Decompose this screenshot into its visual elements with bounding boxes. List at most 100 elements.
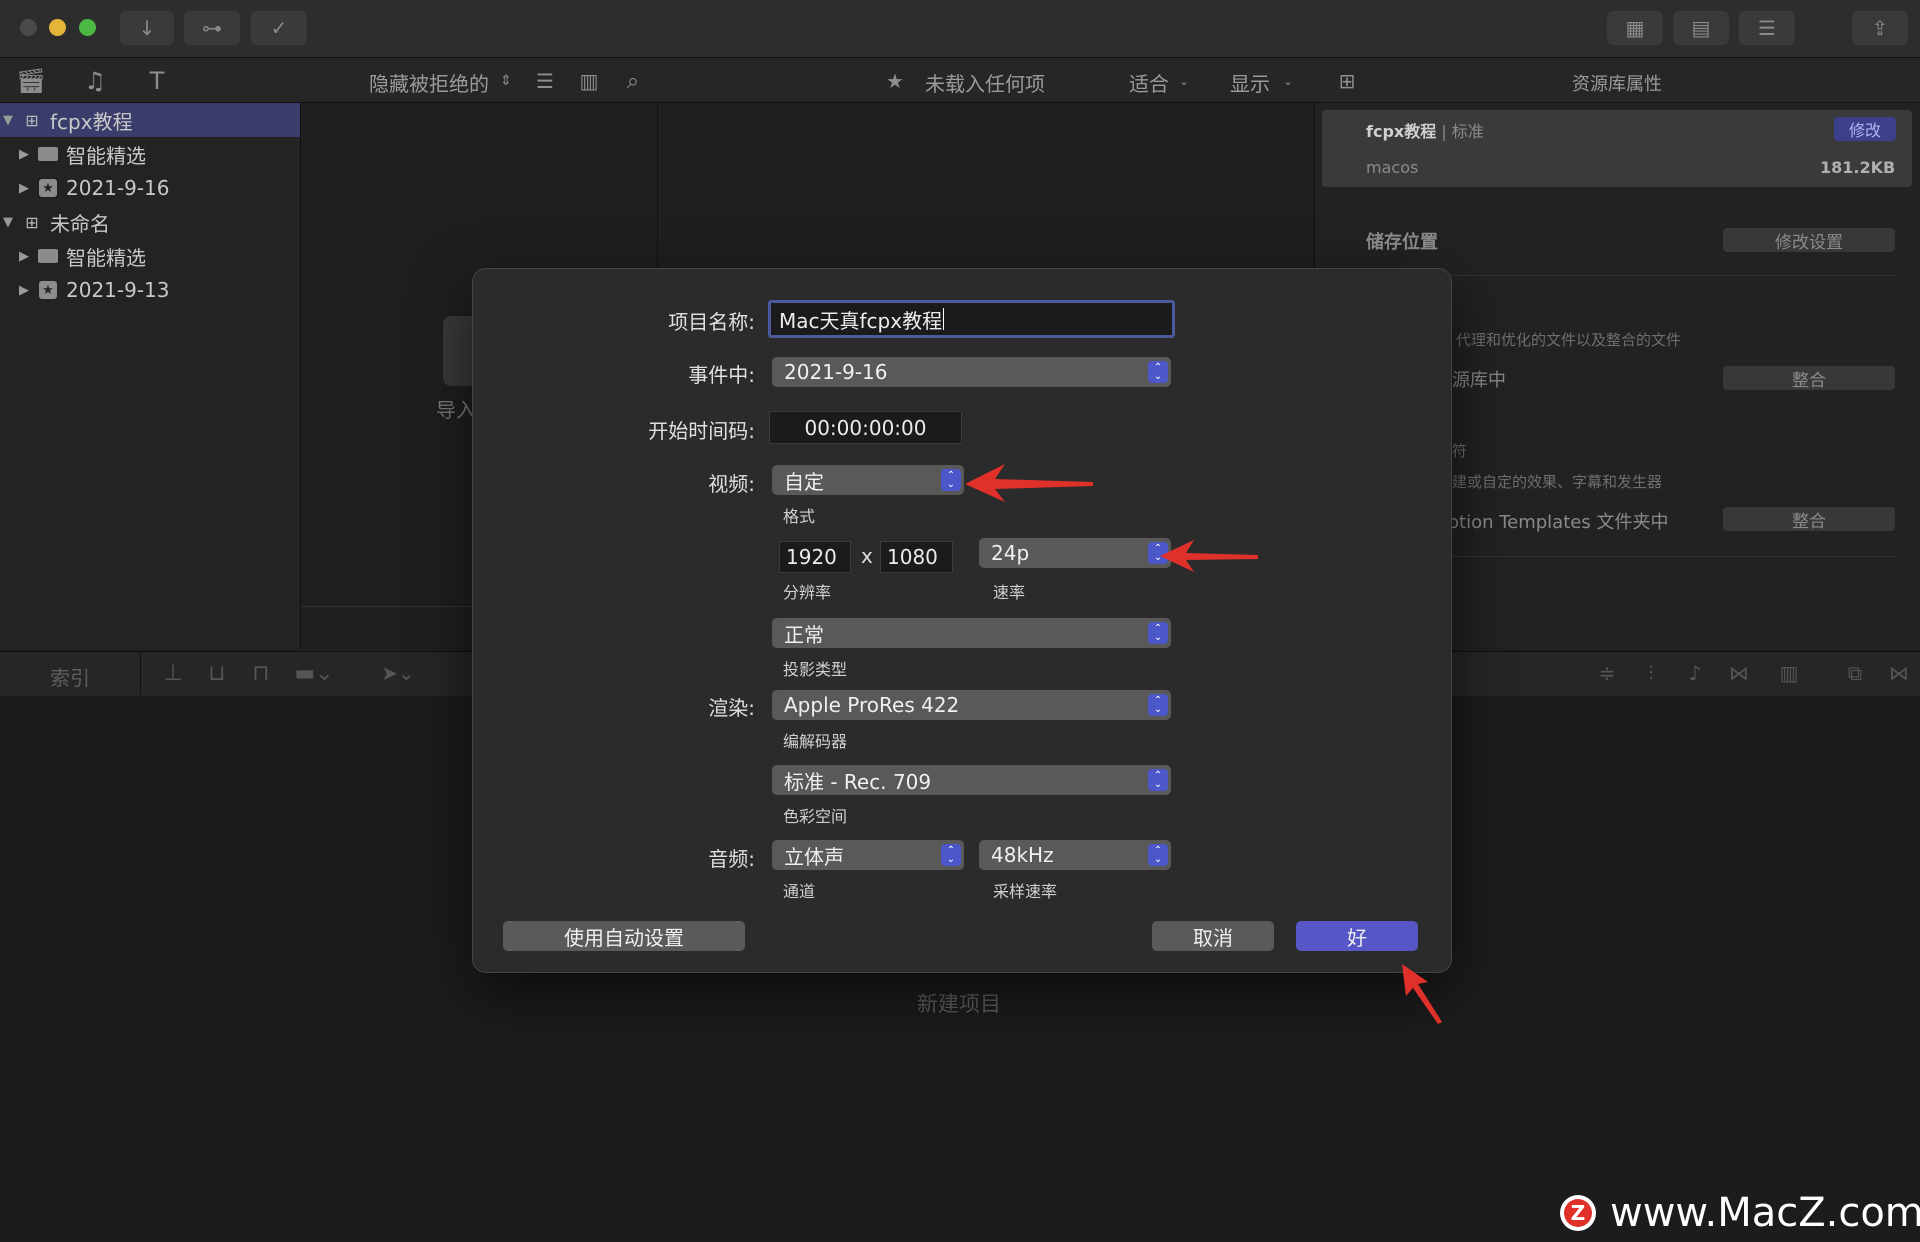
library-location: macos: [1366, 158, 1419, 177]
modify-settings-button[interactable]: 修改设置: [1723, 228, 1895, 253]
sidebar-item-event[interactable]: ▶ ★ 2021-9-13: [0, 273, 300, 307]
insert-icon: ⊔: [208, 660, 226, 686]
clip-appearance-button[interactable]: ☰: [532, 66, 558, 96]
sidebar-item-event[interactable]: ▶ ★ 2021-9-16: [0, 171, 300, 205]
library-grid-icon: ⊞: [25, 110, 39, 130]
sidebar-item-library-fcpx[interactable]: ▼ ⊞ fcpx教程: [0, 103, 300, 137]
append-icon: ⊓: [252, 660, 270, 686]
connect-clip-button[interactable]: ⊥: [158, 658, 188, 688]
grid-icon: ▦: [1625, 16, 1645, 40]
layout-browser-button[interactable]: ▦: [1607, 11, 1663, 45]
view-display-dropdown[interactable]: 显示: [1230, 68, 1270, 97]
clip-appearance-timeline-button[interactable]: ▥: [1774, 658, 1804, 688]
photos-audio-button[interactable]: ♫: [78, 66, 112, 96]
skimming-button[interactable]: ≑: [1592, 658, 1622, 688]
use-automatic-settings-button[interactable]: 使用自动设置: [503, 921, 745, 951]
new-project-label[interactable]: 新建项目: [917, 988, 1001, 1018]
layout-timeline-button[interactable]: ▤: [1673, 11, 1729, 45]
start-timecode-field[interactable]: 00:00:00:00: [769, 411, 962, 444]
event-star-icon: ★: [38, 281, 58, 299]
inspector-toggle-button[interactable]: ☰: [1739, 11, 1795, 45]
title-t-icon: T: [149, 67, 165, 95]
select-tool-button[interactable]: ➤⌄: [376, 658, 420, 688]
inspector-title: 资源库属性: [1572, 74, 1662, 95]
insert-clip-button[interactable]: ⊔: [202, 658, 232, 688]
hide-rejected-filter[interactable]: 隐藏被拒绝的: [369, 68, 489, 97]
frame-rate-popup[interactable]: 24p ⌃ ⌄: [979, 538, 1171, 568]
transitions-browser-button[interactable]: ⋈: [1884, 658, 1914, 688]
format-caption: 格式: [783, 507, 816, 526]
effects-icon: ⧉: [1847, 661, 1863, 685]
storage-location-label: 储存位置: [1366, 232, 1438, 253]
watermark: Z www.MacZ.com: [1560, 1190, 1920, 1236]
append-clip-button[interactable]: ⊓: [246, 658, 276, 688]
projection-caption: 投影类型: [783, 660, 848, 679]
macz-logo-letter: Z: [1564, 1199, 1592, 1227]
timeline-index-button[interactable]: 索引: [50, 662, 90, 691]
audio-skimming-button[interactable]: ⫶: [1636, 658, 1666, 688]
codec-popup[interactable]: Apple ProRes 422 ⌃ ⌄: [772, 690, 1171, 720]
audio-channels-popup[interactable]: 立体声 ⌃ ⌄: [772, 840, 964, 870]
timeline-layout-icon: ▤: [1691, 16, 1711, 40]
clapper-icon: 🎬︎: [15, 67, 47, 95]
event-popup[interactable]: 2021-9-16 ⌃ ⌄: [772, 357, 1171, 387]
share-button[interactable]: ⇪: [1852, 11, 1908, 45]
consolidate-media-button[interactable]: 整合: [1723, 366, 1895, 391]
search-button[interactable]: ⌕: [620, 66, 646, 96]
projection-type-popup[interactable]: 正常 ⌃ ⌄: [772, 618, 1171, 648]
libraries-button[interactable]: 🎬︎: [14, 66, 48, 96]
media-location: 源库中: [1452, 370, 1506, 391]
overwrite-icon: ▬⌄: [294, 660, 334, 686]
import-media-tile[interactable]: [443, 316, 473, 386]
list-view-icon: ☰: [536, 69, 554, 93]
cancel-button[interactable]: 取消: [1152, 921, 1274, 951]
share-icon: ⇪: [1871, 16, 1889, 40]
titles-generators-button[interactable]: T: [140, 66, 174, 96]
zoom-fit-dropdown[interactable]: 适合: [1129, 68, 1169, 97]
zoom-window-button[interactable]: [79, 19, 96, 36]
disclosure-open-icon: ▼: [3, 112, 13, 128]
frame-rate-value: 24p: [991, 541, 1030, 565]
snapping-button[interactable]: ⋈: [1722, 658, 1756, 688]
divider: [140, 651, 141, 695]
sidebar-item-label: fcpx教程: [50, 109, 133, 134]
project-name-field[interactable]: Mac天真fcpx教程: [768, 300, 1175, 338]
checkmark-circle-icon: ✓: [270, 16, 288, 40]
render-label: 渲染:: [708, 696, 755, 720]
resolution-height-field[interactable]: 1080: [880, 541, 953, 573]
filter-stepper-icon: ⇕: [500, 73, 512, 89]
library-separator: |: [1436, 122, 1452, 141]
effects-browser-button[interactable]: ⧉: [1840, 658, 1870, 688]
sample-rate-value: 48kHz: [991, 843, 1054, 867]
keyword-button[interactable]: ⊶: [184, 11, 240, 45]
video-format-popup[interactable]: 自定 ⌃ ⌄: [772, 465, 964, 495]
import-media-button[interactable]: ↓: [120, 11, 174, 45]
chevron-down-icon: ⌄: [1178, 74, 1190, 88]
sidebar-item-library-untitled[interactable]: ▼ ⊞ 未命名: [0, 205, 300, 239]
annotation-arrow-ok-button: [1402, 964, 1442, 1024]
video-label: 视频:: [708, 472, 755, 496]
sample-rate-popup[interactable]: 48kHz ⌃ ⌄: [979, 840, 1171, 870]
library-grid-icon: ⊞: [25, 212, 39, 232]
up-down-stepper-icon: ⌃ ⌄: [1148, 769, 1168, 791]
transitions-icon: ⋈: [1889, 661, 1909, 685]
overwrite-clip-button[interactable]: ▬⌄: [292, 658, 336, 688]
sidebar-item-smart-collection[interactable]: ▶ 智能精选: [0, 239, 300, 273]
waveform-icon: ≑: [1598, 661, 1616, 685]
color-space-popup[interactable]: 标准 - Rec. 709 ⌃ ⌄: [772, 765, 1171, 795]
close-window-button[interactable]: [20, 19, 37, 36]
resolution-height-value: 1080: [887, 545, 938, 569]
solo-button[interactable]: ♪: [1680, 658, 1710, 688]
disclosure-open-icon: ▼: [3, 214, 13, 230]
minimize-window-button[interactable]: [49, 19, 66, 36]
sidebar-item-label: 智能精选: [66, 245, 146, 270]
background-tasks-button[interactable]: ✓: [251, 11, 307, 45]
filmstrip-icon: ▥: [579, 69, 599, 93]
resolution-width-field[interactable]: 1920: [779, 541, 851, 573]
filmstrip-view-button[interactable]: ▥: [576, 66, 602, 96]
effects-heading: 符: [1452, 442, 1468, 460]
ok-button[interactable]: 好: [1296, 921, 1418, 951]
sidebar-item-smart-collection[interactable]: ▶ 智能精选: [0, 137, 300, 171]
modify-library-button[interactable]: 修改: [1834, 117, 1896, 141]
consolidate-motion-button[interactable]: 整合: [1723, 507, 1895, 532]
